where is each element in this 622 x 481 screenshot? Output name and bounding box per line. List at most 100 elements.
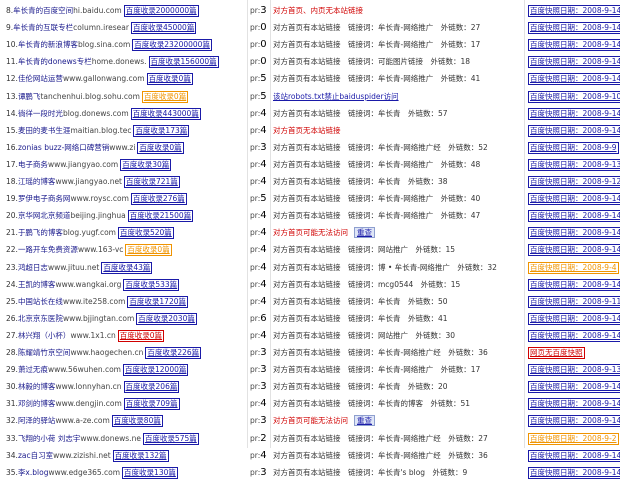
index-count-link[interactable]: 百度收录575篇 <box>142 432 199 445</box>
index-count-link[interactable]: 百度收录206篇 <box>123 381 180 394</box>
pr-label: pr: <box>250 279 261 289</box>
index-count-link[interactable]: 百度收录2000000篇 <box>123 5 199 17</box>
site-name-link[interactable]: 飞翔的小荷 刘志宇 <box>18 434 80 443</box>
snapshot-date-link[interactable]: 百度快照日期：2008-9-14 <box>528 278 620 291</box>
pr-label: pr: <box>250 330 261 340</box>
index-count-link[interactable]: 百度收录12000篇 <box>123 364 189 377</box>
snapshot-date-link[interactable]: 百度快照日期：2008-9-11 <box>528 295 620 308</box>
table-row: 21.于鹏飞的博客blog.yugf.com 百度收录520篇 pr:4 对方首页可能… <box>0 224 622 241</box>
site-name-link[interactable]: 北京京东医院 <box>18 314 63 323</box>
site-name-link[interactable]: 林兴翔（小杯） <box>18 331 71 340</box>
snapshot-date-link[interactable]: 网页无百度快照 <box>528 347 585 359</box>
snapshot-date-link[interactable]: 百度快照日期：2008-9-14 <box>528 39 620 52</box>
site-name-link[interactable]: 牟长青的百度空间 <box>13 6 73 15</box>
snapshot-date-link[interactable]: 百度快照日期：2008-9-14 <box>528 398 620 411</box>
site-name-link[interactable]: 谭鹏飞 <box>18 92 41 101</box>
snapshot-date-link[interactable]: 百度快照日期：2008-9-14 <box>528 381 620 394</box>
site-name-link[interactable]: 王凯的博客 <box>18 280 56 289</box>
index-count-link[interactable]: 百度收录156000篇 <box>148 56 219 69</box>
site-name-link[interactable]: 罗伊电子商务网 <box>18 194 71 203</box>
index-count-link[interactable]: 百度收录226篇 <box>145 347 202 359</box>
site-cell: 8.牟长青的百度空间hi.baidu.com 百度收录2000000篇 <box>6 2 246 19</box>
index-count-link[interactable]: 百度收录0篇 <box>125 244 172 257</box>
link-status-text: 对方首页有本站链接 链接词：牟长青's blog 外链数：9 <box>273 467 468 477</box>
snapshot-date-link[interactable]: 百度快照日期：2008-9-14 <box>528 124 620 137</box>
index-count-link[interactable]: 百度收录0篇 <box>117 329 165 342</box>
index-count-link[interactable]: 百度收录45000篇 <box>130 22 197 35</box>
site-name-link[interactable]: 徜徉一段时光 <box>18 109 63 118</box>
index-count-link[interactable]: 百度收录80篇 <box>111 415 163 428</box>
pr-cell: pr:3 <box>250 361 272 378</box>
snapshot-date-link[interactable]: 百度快照日期：2008-9-14 <box>528 73 620 86</box>
site-name-link[interactable]: 李x.blog <box>18 468 49 477</box>
site-name-link[interactable]: 邓剑的博客 <box>18 399 56 408</box>
site-name-link[interactable]: zonias buzz-网络口碑营销 <box>18 143 109 152</box>
snapshot-date-link[interactable]: 百度快照日期：2008-9-14 <box>528 56 620 69</box>
snapshot-date-link[interactable]: 百度快照日期：2008-9-14 <box>528 193 620 206</box>
site-name-link[interactable]: 牟长青的新浪博客 <box>18 40 78 49</box>
index-count-link[interactable]: 百度收录709篇 <box>123 398 180 411</box>
site-name-link[interactable]: 阿泽的驿站 <box>18 416 56 425</box>
index-count-link[interactable]: 百度收录2030篇 <box>136 312 197 325</box>
index-count-link[interactable]: 百度收录721篇 <box>124 176 180 188</box>
snapshot-date-link[interactable]: 百度快照日期：2008-9-14 <box>528 449 620 462</box>
snapshot-date-link[interactable]: 百度快照日期：2008-9-14 <box>528 415 620 428</box>
row-number: 26. <box>6 313 18 323</box>
site-name-link[interactable]: 于鹏飞的博客 <box>18 228 63 237</box>
site-name-link[interactable]: 牟长青的互联专栏 <box>13 23 73 32</box>
site-name-link[interactable]: 麦田的麦书生涯 <box>18 126 71 135</box>
index-count-link[interactable]: 百度收录276篇 <box>130 193 187 206</box>
link-status-text[interactable]: 该站robots.txt禁止baiduspider访问 <box>273 92 399 101</box>
snapshot-date-link[interactable]: 百度快照日期：2008-9-14 <box>528 107 620 120</box>
snapshot-date-link[interactable]: 百度快照日期：2008-9-2 <box>528 432 619 445</box>
recheck-button[interactable]: 重查 <box>354 415 375 427</box>
snapshot-date-link[interactable]: 百度快照日期：2008-9-14 <box>528 5 620 17</box>
snapshot-date-link[interactable]: 百度快照日期：2008-9-14 <box>528 466 620 479</box>
table-row: 15.麦田的麦书生涯maitian.blog.tec 百度收录173篇 pr:4 对方… <box>0 122 622 139</box>
site-name-link[interactable]: 林毅的博客 <box>18 382 56 391</box>
snapshot-date-link[interactable]: 百度快照日期：2008-9-14 <box>528 210 620 223</box>
site-name-link[interactable]: 电子商务 <box>18 160 48 169</box>
snapshot-date-link[interactable]: 百度快照日期：2008-9-14 <box>528 227 620 240</box>
snapshot-date-link[interactable]: 百度快照日期：2008-9-13 <box>528 364 620 377</box>
recheck-button[interactable]: 重查 <box>354 227 375 239</box>
site-cell: 33.飞翔的小荷 刘志宇www.donews.ne 百度收录575篇 <box>6 430 246 447</box>
site-domain: maitian.blog.tec <box>70 125 132 135</box>
index-count-link[interactable]: 百度收录520篇 <box>117 227 174 240</box>
snapshot-date-link[interactable]: 百度快照日期：2008-9-14 <box>528 329 620 342</box>
site-name-link[interactable]: 江瑶的博客 <box>18 177 56 186</box>
snapshot-date-link[interactable]: 百度快照日期：2008-9-10 <box>528 90 620 103</box>
link-status-text: 对方首页可能无法访问 <box>273 228 348 238</box>
index-count-link[interactable]: 百度收录533篇 <box>123 278 180 291</box>
snapshot-date-link[interactable]: 百度快照日期：2008-9-13 <box>528 158 620 171</box>
snapshot-date-link[interactable]: 百度快照日期：2008-9-14 <box>528 244 620 257</box>
index-count-link[interactable]: 百度收录43篇 <box>101 261 153 274</box>
snapshot-date-link[interactable]: 百度快照日期：2008-9-14 <box>528 312 620 325</box>
index-count-link[interactable]: 百度收录132篇 <box>112 449 169 462</box>
index-count-link[interactable]: 百度收录173篇 <box>133 124 190 137</box>
site-name-link[interactable]: 萧过无痕 <box>18 365 48 374</box>
site-name-link[interactable]: 牟长青的donews专栏 <box>18 57 92 66</box>
snapshot-date-link[interactable]: 百度快照日期：2008-9-12 <box>528 176 620 188</box>
index-count-link[interactable]: 百度收录0篇 <box>146 73 193 86</box>
index-count-link[interactable]: 百度收录0篇 <box>141 90 189 103</box>
index-count-link[interactable]: 百度收录130篇 <box>122 466 178 479</box>
index-count-link[interactable]: 百度收录443000篇 <box>130 107 201 120</box>
site-name-link[interactable]: 佳伦网站运营 <box>18 74 63 83</box>
index-count-link[interactable]: 百度收录1720篇 <box>127 295 188 308</box>
snapshot-date-link[interactable]: 百度快照日期：2008-9-14 <box>528 22 620 35</box>
index-count-link[interactable]: 百度收录30篇 <box>120 158 172 171</box>
site-name-link[interactable]: zac自习室 <box>18 451 53 460</box>
site-name-link[interactable]: 中国站长在线 <box>18 297 63 306</box>
site-name-link[interactable]: 陈耀靖竹京空间 <box>18 348 71 357</box>
site-name-link[interactable]: 京华网北京频道 <box>18 211 71 220</box>
index-count-link[interactable]: 百度收录21500篇 <box>127 210 194 223</box>
snapshot-date-link[interactable]: 百度快照日期：2008-9-9 <box>528 141 619 154</box>
site-name-link[interactable]: 一路开车免费资源 <box>18 245 78 254</box>
table-row: 24.王凯的博客www.wangkai.org 百度收录533篇 pr:4 对方首页有… <box>0 276 622 293</box>
index-count-link[interactable]: 百度收录23200000篇 <box>132 39 212 52</box>
snapshot-date-link[interactable]: 百度快照日期：2008-9-4 <box>528 261 619 274</box>
site-name-link[interactable]: 鸿超日志 <box>18 263 48 272</box>
index-count-link[interactable]: 百度收录0篇 <box>137 141 184 154</box>
site-cell: 29.萧过无痕www.56wuhen.com 百度收录12000篇 <box>6 361 246 378</box>
